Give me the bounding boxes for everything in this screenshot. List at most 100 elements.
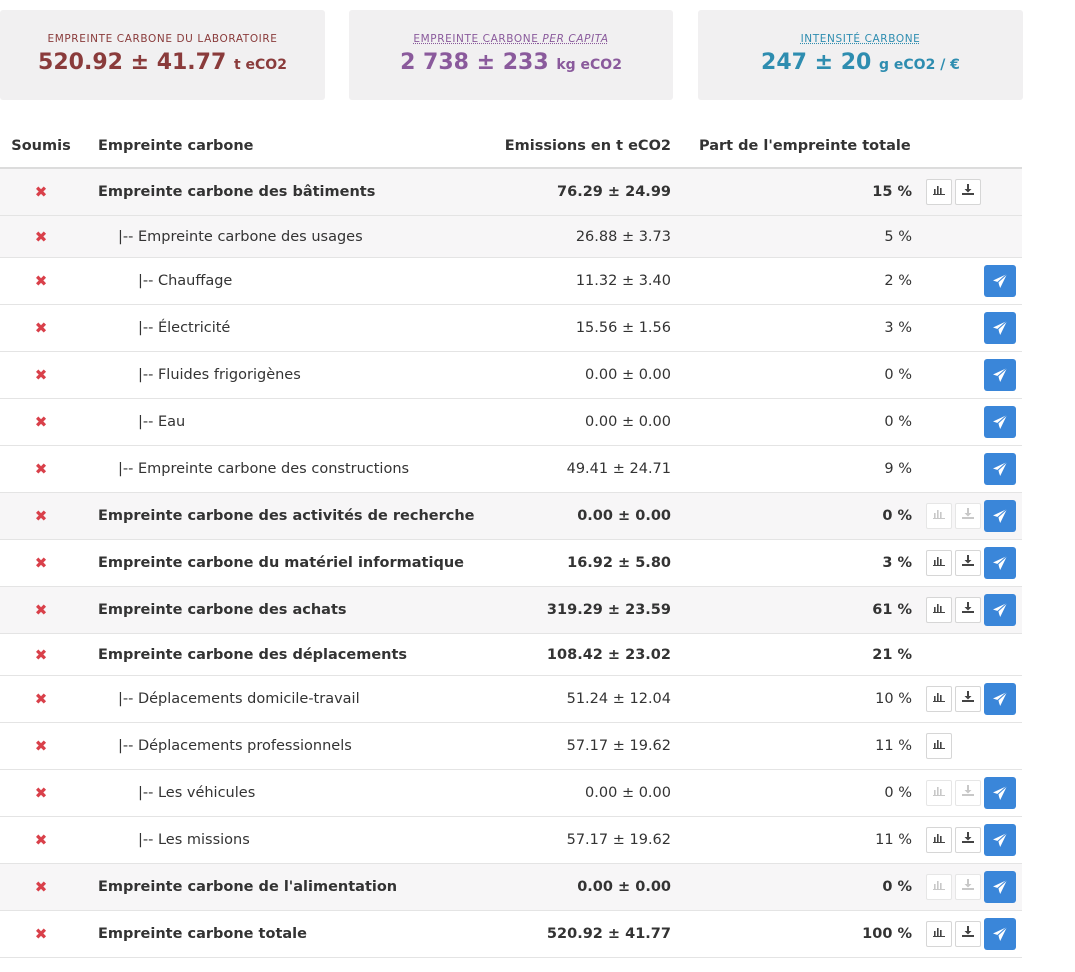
chart-icon[interactable]	[926, 921, 952, 947]
download-icon[interactable]	[955, 550, 981, 576]
row-label: Empreinte carbone des achats	[98, 602, 347, 618]
emissions-cell: 520.92 ± 41.77	[482, 910, 671, 958]
actions-cell	[912, 168, 1022, 216]
row-label: |-- Fluides frigorigènes	[138, 367, 301, 383]
row-label: |-- Les missions	[138, 832, 250, 848]
send-button[interactable]	[984, 824, 1016, 856]
chart-icon[interactable]	[926, 179, 952, 205]
table-row: ✖ |-- Empreinte carbone des usages 26.88 ±…	[0, 215, 1022, 258]
not-submitted-icon: ✖	[34, 227, 48, 246]
not-submitted-icon: ✖	[34, 554, 48, 572]
table-row: ✖ |-- Électricité 15.56 ± 1.56 3 %	[0, 304, 1022, 352]
download-icon	[955, 780, 981, 806]
send-button[interactable]	[984, 777, 1016, 809]
per-capita-label[interactable]: EMPREINTE CARBONE PER CAPITA	[349, 32, 673, 46]
row-label: Empreinte carbone des déplacements	[98, 646, 408, 663]
download-icon[interactable]	[955, 686, 981, 712]
send-button[interactable]	[984, 547, 1016, 579]
not-submitted-icon: ✖	[34, 460, 48, 478]
download-icon[interactable]	[955, 827, 981, 853]
carbon-intensity-value: 247 ± 20 g eCO2 / €	[761, 50, 960, 75]
not-submitted-icon: ✖	[34, 366, 48, 384]
table-row: ✖ Empreinte carbone des achats 319.29 ± 23…	[0, 586, 1022, 634]
table-row: ✖ Empreinte carbone de l'alimentation 0.00…	[0, 863, 1022, 911]
not-submitted-icon: ✖	[34, 183, 48, 201]
emissions-cell: 57.17 ± 19.62	[482, 722, 671, 770]
send-button[interactable]	[984, 265, 1016, 297]
not-submitted-icon: ✖	[34, 319, 48, 337]
chart-icon[interactable]	[926, 733, 952, 759]
send-button[interactable]	[984, 871, 1016, 903]
submitted-cell: ✖	[0, 722, 82, 770]
table-row: ✖ Empreinte carbone du matériel informati…	[0, 539, 1022, 587]
name-cell: Empreinte carbone des déplacements	[82, 633, 482, 676]
header-emissions: Emissions en t eCO2	[482, 125, 671, 169]
send-button[interactable]	[984, 406, 1016, 438]
download-icon[interactable]	[955, 179, 981, 205]
actions-cell	[912, 398, 1022, 446]
share-cell: 0 %	[671, 398, 912, 446]
name-cell: Empreinte carbone des activités de reche…	[82, 492, 482, 540]
carbon-intensity-label[interactable]: INTENSITÉ CARBONE	[698, 32, 1023, 46]
share-cell: 9 %	[671, 445, 912, 493]
summary-cards: EMPREINTE CARBONE DU LABORATOIRE 520.92 …	[0, 10, 1024, 100]
share-cell: 3 %	[671, 539, 912, 587]
actions-cell	[912, 304, 1022, 352]
emissions-cell: 51.24 ± 12.04	[482, 675, 671, 723]
share-cell: 0 %	[671, 769, 912, 817]
emissions-cell: 0.00 ± 0.00	[482, 863, 671, 911]
share-cell: 15 %	[671, 168, 912, 216]
submitted-cell: ✖	[0, 816, 82, 864]
actions-cell	[912, 633, 1022, 676]
row-label: Empreinte carbone de l'alimentation	[98, 879, 398, 895]
send-button[interactable]	[984, 918, 1016, 950]
emissions-cell: 76.29 ± 24.99	[482, 168, 671, 216]
send-button[interactable]	[984, 312, 1016, 344]
download-icon	[955, 503, 981, 529]
not-submitted-icon: ✖	[34, 784, 48, 802]
not-submitted-icon: ✖	[34, 878, 48, 896]
name-cell: |-- Déplacements professionnels	[82, 722, 482, 770]
emissions-cell: 0.00 ± 0.00	[482, 398, 671, 446]
name-cell: |-- Déplacements domicile-travail	[82, 675, 482, 723]
emissions-cell: 0.00 ± 0.00	[482, 351, 671, 399]
emissions-cell: 49.41 ± 24.71	[482, 445, 671, 493]
actions-cell	[912, 492, 1022, 540]
chart-icon[interactable]	[926, 550, 952, 576]
table-row: ✖ |-- Les véhicules 0.00 ± 0.00 0 %	[0, 769, 1022, 817]
send-button[interactable]	[984, 594, 1016, 626]
chart-icon	[926, 780, 952, 806]
lab-footprint-label: EMPREINTE CARBONE DU LABORATOIRE	[47, 33, 278, 45]
submitted-cell: ✖	[0, 539, 82, 587]
send-button[interactable]	[984, 453, 1016, 485]
share-cell: 21 %	[671, 633, 912, 676]
emissions-cell: 15.56 ± 1.56	[482, 304, 671, 352]
send-button[interactable]	[984, 359, 1016, 391]
row-label: |-- Déplacements domicile-travail	[118, 691, 360, 707]
header-name: Empreinte carbone	[82, 125, 482, 169]
submitted-cell: ✖	[0, 398, 82, 446]
not-submitted-icon: ✖	[34, 413, 48, 431]
share-cell: 0 %	[671, 351, 912, 399]
send-button[interactable]	[984, 683, 1016, 715]
emissions-cell: 0.00 ± 0.00	[482, 492, 671, 540]
share-cell: 5 %	[671, 215, 912, 258]
download-icon[interactable]	[955, 597, 981, 623]
lab-footprint-card: EMPREINTE CARBONE DU LABORATOIRE 520.92 …	[0, 10, 325, 100]
emissions-cell: 319.29 ± 23.59	[482, 586, 671, 634]
send-button[interactable]	[984, 500, 1016, 532]
chart-icon[interactable]	[926, 827, 952, 853]
actions-cell	[912, 769, 1022, 817]
name-cell: |-- Eau	[82, 398, 482, 446]
row-label: |-- Électricité	[138, 320, 231, 336]
download-icon[interactable]	[955, 921, 981, 947]
chart-icon[interactable]	[926, 686, 952, 712]
name-cell: Empreinte carbone des achats	[82, 586, 482, 634]
share-cell: 2 %	[671, 257, 912, 305]
not-submitted-icon: ✖	[34, 507, 48, 525]
chart-icon	[926, 503, 952, 529]
chart-icon[interactable]	[926, 597, 952, 623]
